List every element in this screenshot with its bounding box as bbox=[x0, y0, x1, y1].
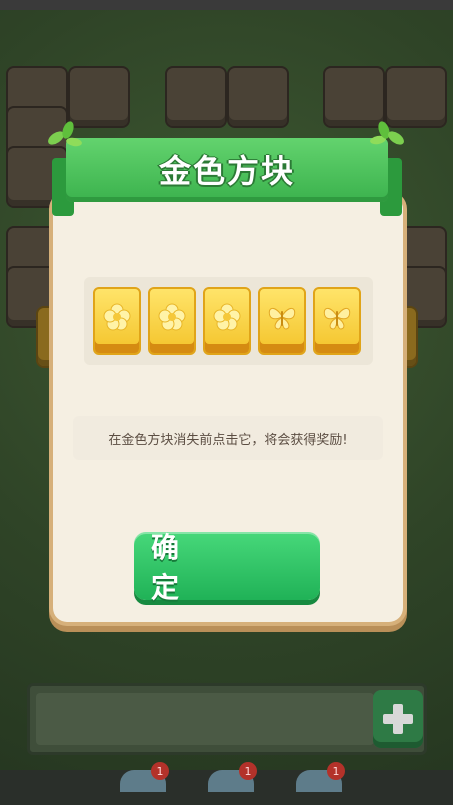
butterfly-icon bbox=[323, 308, 351, 330]
powerup-count-badge: 1 bbox=[239, 762, 257, 780]
gold-tile-butterfly bbox=[313, 287, 361, 355]
dialog-title: 金色方块 bbox=[158, 152, 295, 190]
butterfly-icon bbox=[268, 308, 296, 330]
powerup-count-badge: 1 bbox=[327, 762, 345, 780]
flower-icon bbox=[158, 303, 186, 331]
flower-icon bbox=[213, 303, 241, 331]
board-tile bbox=[165, 66, 227, 128]
tile-tray-slots bbox=[36, 693, 374, 745]
gold-tile-flower bbox=[148, 287, 196, 355]
gold-tile-flower bbox=[203, 287, 251, 355]
add-slot-button[interactable] bbox=[373, 690, 423, 748]
flower-icon bbox=[103, 303, 131, 331]
gold-tile-flower bbox=[93, 287, 141, 355]
gold-tile-butterfly bbox=[258, 287, 306, 355]
status-bar bbox=[0, 0, 453, 10]
confirm-button[interactable]: 确 定 bbox=[134, 531, 320, 604]
powerup-count-badge: 1 bbox=[151, 762, 169, 780]
board-tile bbox=[227, 66, 289, 128]
dialog-description: 在金色方块消失前点击它，将会获得奖励! bbox=[73, 416, 383, 460]
